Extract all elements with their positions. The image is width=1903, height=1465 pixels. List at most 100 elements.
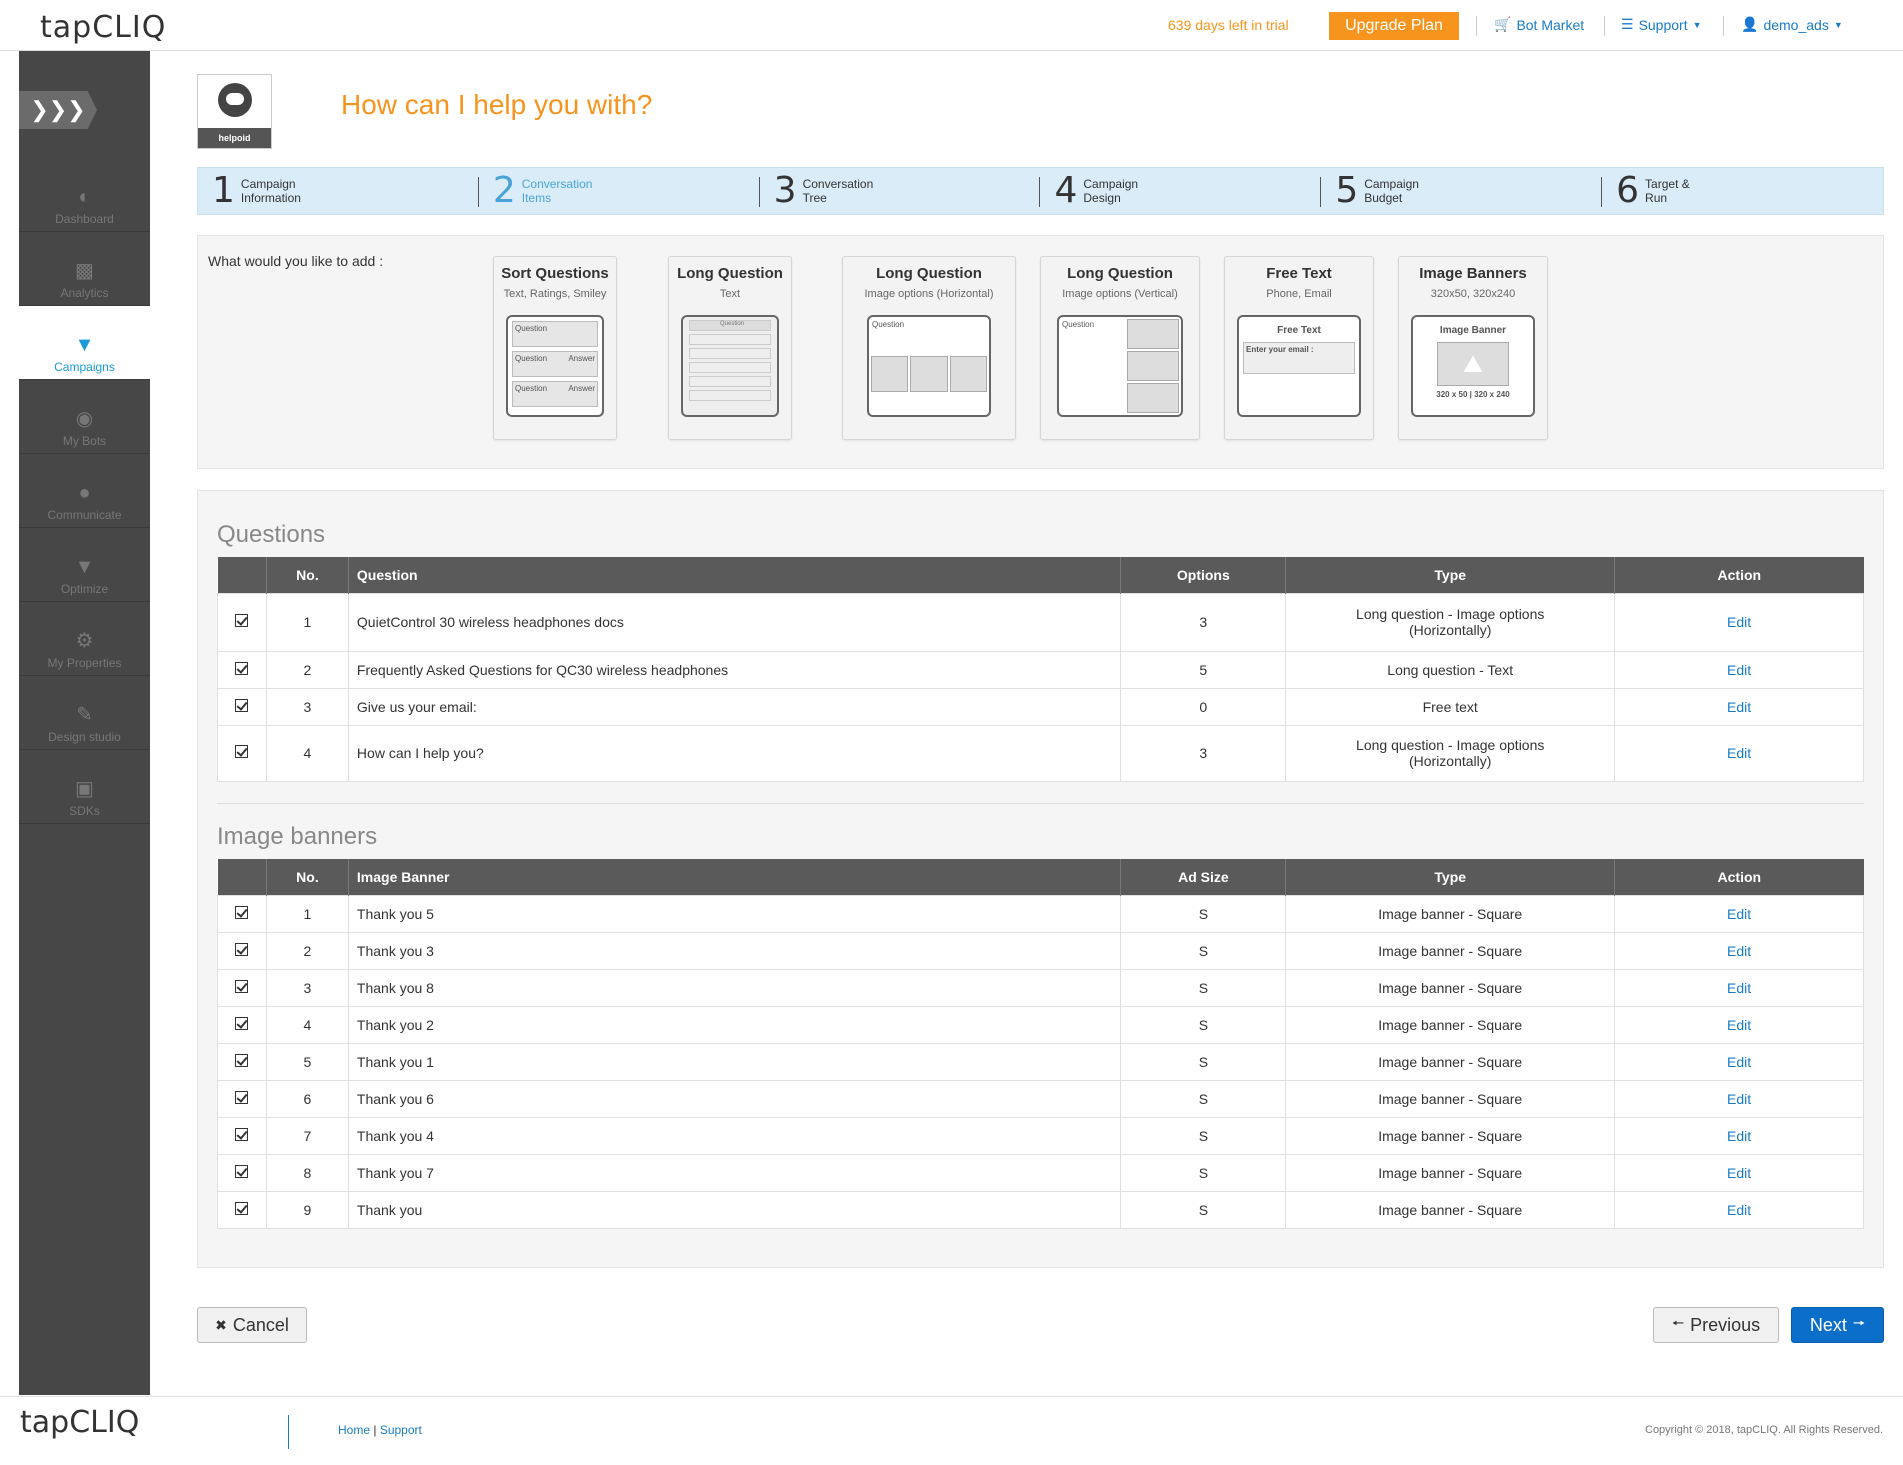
properties-icon: ⚙ (75, 630, 94, 652)
edit-link[interactable]: Edit (1614, 1005, 1864, 1044)
app-logo[interactable]: tapCLIQ (40, 10, 166, 45)
row-checkbox[interactable] (235, 1090, 249, 1104)
sidebar-item-my-bots[interactable]: ◉ My Bots (19, 380, 150, 454)
table-row: 2 Thank you 3 S Image banner - Square Edit (217, 931, 1864, 970)
sidebar-item-design-studio[interactable]: ✎ Design studio (19, 676, 150, 750)
row-checkbox[interactable] (235, 905, 249, 919)
edit-link[interactable]: Edit (1614, 1116, 1864, 1155)
questions-heading: Questions (217, 521, 326, 548)
bots-icon: ◉ (75, 408, 94, 430)
add-items-label: What would you like to add : (208, 253, 384, 269)
image-banner-preview: Image Banner ⛰ 320 x 50 | 320 x 240 (1411, 315, 1535, 417)
sidebar-item-communicate[interactable]: ● Communicate (19, 454, 150, 528)
sort-questions-preview: Question Question Answer Question Answer (506, 315, 604, 417)
sidebar-item-optimize[interactable]: ▼ Optimize (19, 528, 150, 602)
edit-link[interactable]: Edit (1614, 1079, 1864, 1118)
table-row: 4 Thank you 2 S Image banner - Square Edit (217, 1005, 1864, 1044)
step-campaign-design[interactable]: 4 Campaign Design (1040, 168, 1322, 214)
footer-home-link[interactable]: Home (338, 1423, 370, 1437)
edit-link[interactable]: Edit (1614, 592, 1864, 652)
image-vertical-preview: Question (1057, 315, 1183, 417)
card-image-banners[interactable]: Image Banners 320x50, 320x240 Image Bann… (1398, 256, 1548, 440)
questions-table: No. Question Options Type Action 1 QuietC… (217, 557, 1864, 782)
edit-link[interactable]: Edit (1614, 1190, 1864, 1229)
row-checkbox[interactable] (235, 661, 249, 675)
free-text-preview: Free Text Enter your email : (1237, 315, 1361, 417)
row-checkbox[interactable] (235, 1053, 249, 1067)
row-checkbox[interactable] (235, 1016, 249, 1030)
table-row: 1 QuietControl 30 wireless headphones doc… (217, 592, 1864, 652)
optimize-icon: ▼ (74, 556, 95, 578)
table-row: 2 Frequently Asked Questions for QC30 wir… (217, 650, 1864, 689)
image-horizontal-preview: Question (867, 315, 991, 417)
page-title: How can I help you with? (341, 89, 653, 120)
long-question-text-preview: Question (681, 315, 779, 417)
row-checkbox[interactable] (235, 1164, 249, 1178)
image-option (1127, 383, 1179, 413)
card-sort-questions[interactable]: Sort Questions Text, Ratings, Smiley Que… (493, 256, 617, 440)
row-checkbox[interactable] (235, 1127, 249, 1141)
footer: tapCLIQ Home | Support Copyright © 2018,… (0, 1396, 1903, 1465)
row-checkbox[interactable] (235, 745, 249, 758)
sidebar-item-campaigns[interactable]: ▼ Campaigns (19, 306, 150, 380)
card-long-question-text[interactable]: Long Question Text Question (668, 256, 792, 440)
table-row: 8 Thank you 7 S Image banner - Square Edit (217, 1153, 1864, 1192)
support-menu[interactable]: ☰ Support ▼ (1621, 16, 1702, 33)
top-bar: tapCLIQ 639 days left in trial Upgrade P… (0, 0, 1903, 51)
card-free-text[interactable]: Free Text Phone, Email Free Text Enter y… (1224, 256, 1374, 440)
row-checkbox[interactable] (235, 979, 249, 993)
edit-link[interactable]: Edit (1614, 1042, 1864, 1081)
table-row: 4 How can I help you? 3 Long question - Ima… (217, 724, 1864, 782)
sidebar: ❯❯❯ ◐ Dashboard ▩ Analytics ▼ Campaigns ◉ My… (19, 51, 150, 1395)
step-campaign-budget[interactable]: 5 Campaign Budget (1321, 168, 1602, 214)
edit-link[interactable]: Edit (1614, 1153, 1864, 1192)
divider (1476, 16, 1477, 36)
table-header: No. Question Options Type Action (217, 557, 1864, 593)
caret-down-icon: ▼ (1833, 19, 1843, 30)
caret-down-icon: ▼ (1692, 19, 1702, 30)
step-conversation-tree[interactable]: 3 Conversation Tree (760, 168, 1041, 214)
table-row: 1 Thank you 5 S Image banner - Square Edit (217, 894, 1864, 933)
edit-link[interactable]: Edit (1614, 894, 1864, 933)
bot-market-link[interactable]: 🛒 Bot Market (1494, 16, 1584, 33)
close-icon: ✖ (215, 1316, 227, 1333)
step-target-run[interactable]: 6 Target & Run (1602, 168, 1883, 214)
previous-button[interactable]: 🠔 Previous (1653, 1307, 1779, 1343)
user-menu[interactable]: 👤 demo_ads ▼ (1741, 16, 1843, 33)
row-checkbox[interactable] (235, 698, 249, 712)
image-option (871, 356, 909, 392)
edit-link[interactable]: Edit (1614, 687, 1864, 726)
edit-link[interactable]: Edit (1614, 931, 1864, 970)
table-row: 7 Thank you 4 S Image banner - Square Edit (217, 1116, 1864, 1155)
sdk-icon: ▣ (75, 778, 94, 800)
divider (217, 803, 1864, 804)
card-long-question-image-horizontal[interactable]: Long Question Image options (Horizontal)… (842, 256, 1016, 440)
row-checkbox[interactable] (235, 614, 249, 627)
edit-link[interactable]: Edit (1614, 650, 1864, 689)
add-items-panel: What would you like to add : Sort Questi… (197, 235, 1884, 469)
row-checkbox[interactable] (235, 942, 249, 956)
wizard-steps: 1 Campaign Information 2 Conversation Items … (197, 167, 1884, 215)
next-button[interactable]: Next 🠖 (1791, 1307, 1884, 1343)
cancel-button[interactable]: ✖ Cancel (197, 1307, 307, 1343)
card-long-question-image-vertical[interactable]: Long Question Image options (Vertical) Q… (1040, 256, 1200, 440)
table-header: No. Image Banner Ad Size Type Action (217, 859, 1864, 895)
sidebar-item-dashboard[interactable]: ◐ Dashboard (19, 158, 150, 232)
table-row: 6 Thank you 6 S Image banner - Square Edit (217, 1079, 1864, 1118)
sidebar-item-my-properties[interactable]: ⚙ My Properties (19, 602, 150, 676)
edit-link[interactable]: Edit (1614, 968, 1864, 1007)
upgrade-plan-button[interactable]: Upgrade Plan (1329, 12, 1459, 40)
copyright: Copyright © 2018, tapCLIQ. All Rights Re… (1645, 1424, 1883, 1436)
sidebar-item-sdks[interactable]: ▣ SDKs (19, 750, 150, 824)
sidebar-item-analytics[interactable]: ▩ Analytics (19, 232, 150, 306)
row-checkbox[interactable] (235, 1201, 249, 1215)
cart-icon: 🛒 (1494, 16, 1512, 32)
footer-support-link[interactable]: Support (380, 1423, 422, 1437)
arrow-left-icon: 🠔 (1671, 1315, 1685, 1331)
step-campaign-information[interactable]: 1 Campaign Information (198, 168, 479, 214)
edit-link[interactable]: Edit (1614, 724, 1864, 782)
bot-name: helpoid (198, 128, 271, 148)
image-banners-table: No. Image Banner Ad Size Type Action 1 Th… (217, 859, 1864, 1229)
sidebar-toggle-button[interactable]: ❯❯❯ (19, 91, 97, 129)
step-conversation-items[interactable]: 2 Conversation Items (479, 168, 760, 214)
